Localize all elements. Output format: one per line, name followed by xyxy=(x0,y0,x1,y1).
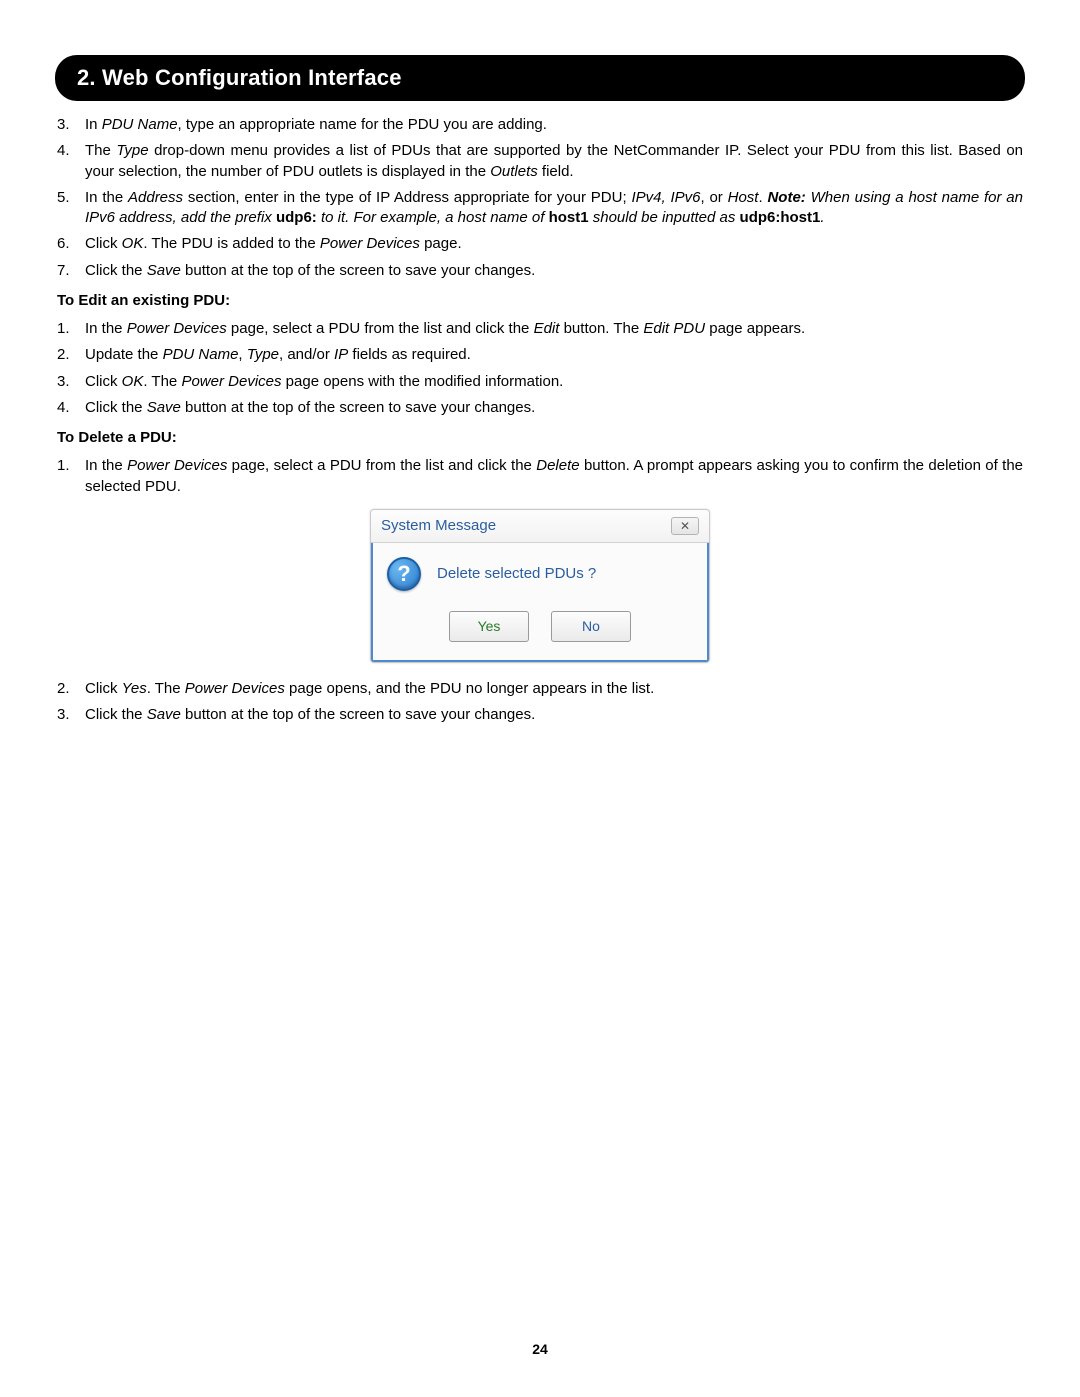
list-item-text: Click the Save button at the top of the … xyxy=(85,398,1023,418)
page-content: 3.In PDU Name, type an appropriate name … xyxy=(55,115,1025,725)
dialog-title-text: System Message xyxy=(381,516,496,536)
list-item-number: 2. xyxy=(57,345,85,365)
list-item: 4.Click the Save button at the top of th… xyxy=(57,398,1023,418)
system-message-dialog: System Message ✕ ? Delete selected PDUs … xyxy=(370,509,710,663)
list-item: 4.The Type drop-down menu provides a lis… xyxy=(57,141,1023,182)
list-item-number: 1. xyxy=(57,319,85,339)
list-item-text: Click OK. The Power Devices page opens w… xyxy=(85,372,1023,392)
list-item: 3.Click the Save button at the top of th… xyxy=(57,705,1023,725)
close-icon[interactable]: ✕ xyxy=(671,517,699,535)
section-header: 2. Web Configuration Interface xyxy=(55,55,1025,101)
list-item-number: 1. xyxy=(57,456,85,497)
list-item: 3.Click OK. The Power Devices page opens… xyxy=(57,372,1023,392)
list-item-text: In PDU Name, type an appropriate name fo… xyxy=(85,115,1023,135)
list-item-number: 3. xyxy=(57,372,85,392)
question-icon: ? xyxy=(387,557,421,591)
page-number: 24 xyxy=(0,1341,1080,1357)
dialog-message-row: ? Delete selected PDUs ? xyxy=(387,557,693,591)
list-item: 5.In the Address section, enter in the t… xyxy=(57,188,1023,229)
instruction-list-delete-a: 1.In the Power Devices page, select a PD… xyxy=(57,456,1023,497)
instruction-list-delete-b: 2.Click Yes. The Power Devices page open… xyxy=(57,679,1023,726)
list-item-number: 3. xyxy=(57,705,85,725)
list-item-text: Update the PDU Name, Type, and/or IP fie… xyxy=(85,345,1023,365)
dialog-button-row: Yes No xyxy=(387,611,693,642)
instruction-list-add: 3.In PDU Name, type an appropriate name … xyxy=(57,115,1023,281)
list-item-number: 5. xyxy=(57,188,85,229)
list-item-number: 4. xyxy=(57,141,85,182)
list-item-text: In the Power Devices page, select a PDU … xyxy=(85,456,1023,497)
dialog-titlebar: System Message ✕ xyxy=(371,510,709,543)
list-item: 3.In PDU Name, type an appropriate name … xyxy=(57,115,1023,135)
instruction-list-edit: 1.In the Power Devices page, select a PD… xyxy=(57,319,1023,418)
list-item: 1.In the Power Devices page, select a PD… xyxy=(57,319,1023,339)
list-item-number: 6. xyxy=(57,234,85,254)
subheading-delete: To Delete a PDU: xyxy=(57,428,1023,448)
list-item-number: 2. xyxy=(57,679,85,699)
yes-button[interactable]: Yes xyxy=(449,611,529,642)
dialog-screenshot: System Message ✕ ? Delete selected PDUs … xyxy=(57,509,1023,663)
list-item-number: 7. xyxy=(57,261,85,281)
list-item-text: Click the Save button at the top of the … xyxy=(85,261,1023,281)
list-item-text: In the Address section, enter in the typ… xyxy=(85,188,1023,229)
section-title: 2. Web Configuration Interface xyxy=(77,65,402,90)
list-item-text: Click the Save button at the top of the … xyxy=(85,705,1023,725)
dialog-body: ? Delete selected PDUs ? Yes No xyxy=(371,543,709,662)
list-item-text: Click OK. The PDU is added to the Power … xyxy=(85,234,1023,254)
list-item: 6.Click OK. The PDU is added to the Powe… xyxy=(57,234,1023,254)
list-item-text: Click Yes. The Power Devices page opens,… xyxy=(85,679,1023,699)
list-item-number: 4. xyxy=(57,398,85,418)
subheading-edit: To Edit an existing PDU: xyxy=(57,291,1023,311)
list-item-text: In the Power Devices page, select a PDU … xyxy=(85,319,1023,339)
no-button[interactable]: No xyxy=(551,611,631,642)
list-item-text: The Type drop-down menu provides a list … xyxy=(85,141,1023,182)
list-item: 7.Click the Save button at the top of th… xyxy=(57,261,1023,281)
list-item: 2.Click Yes. The Power Devices page open… xyxy=(57,679,1023,699)
dialog-message: Delete selected PDUs ? xyxy=(437,564,596,584)
list-item: 2.Update the PDU Name, Type, and/or IP f… xyxy=(57,345,1023,365)
list-item: 1.In the Power Devices page, select a PD… xyxy=(57,456,1023,497)
list-item-number: 3. xyxy=(57,115,85,135)
